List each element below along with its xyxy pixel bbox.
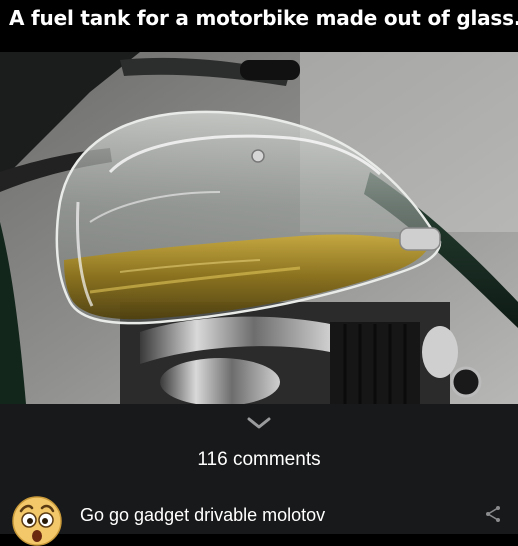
post-photo[interactable] bbox=[0, 52, 518, 404]
glass-fuel-tank-photo bbox=[0, 52, 518, 404]
surprised-emoji-avatar[interactable] bbox=[12, 496, 62, 546]
caption-bar: A fuel tank for a motorbike made out of … bbox=[0, 0, 518, 52]
chevron-down-icon[interactable] bbox=[247, 416, 271, 430]
share-icon[interactable] bbox=[484, 504, 502, 524]
comment-text: Go go gadget drivable molotov bbox=[80, 505, 326, 525]
comments-count[interactable]: 116 comments bbox=[0, 449, 518, 471]
caption-text: A fuel tank for a motorbike made out of … bbox=[9, 6, 518, 30]
